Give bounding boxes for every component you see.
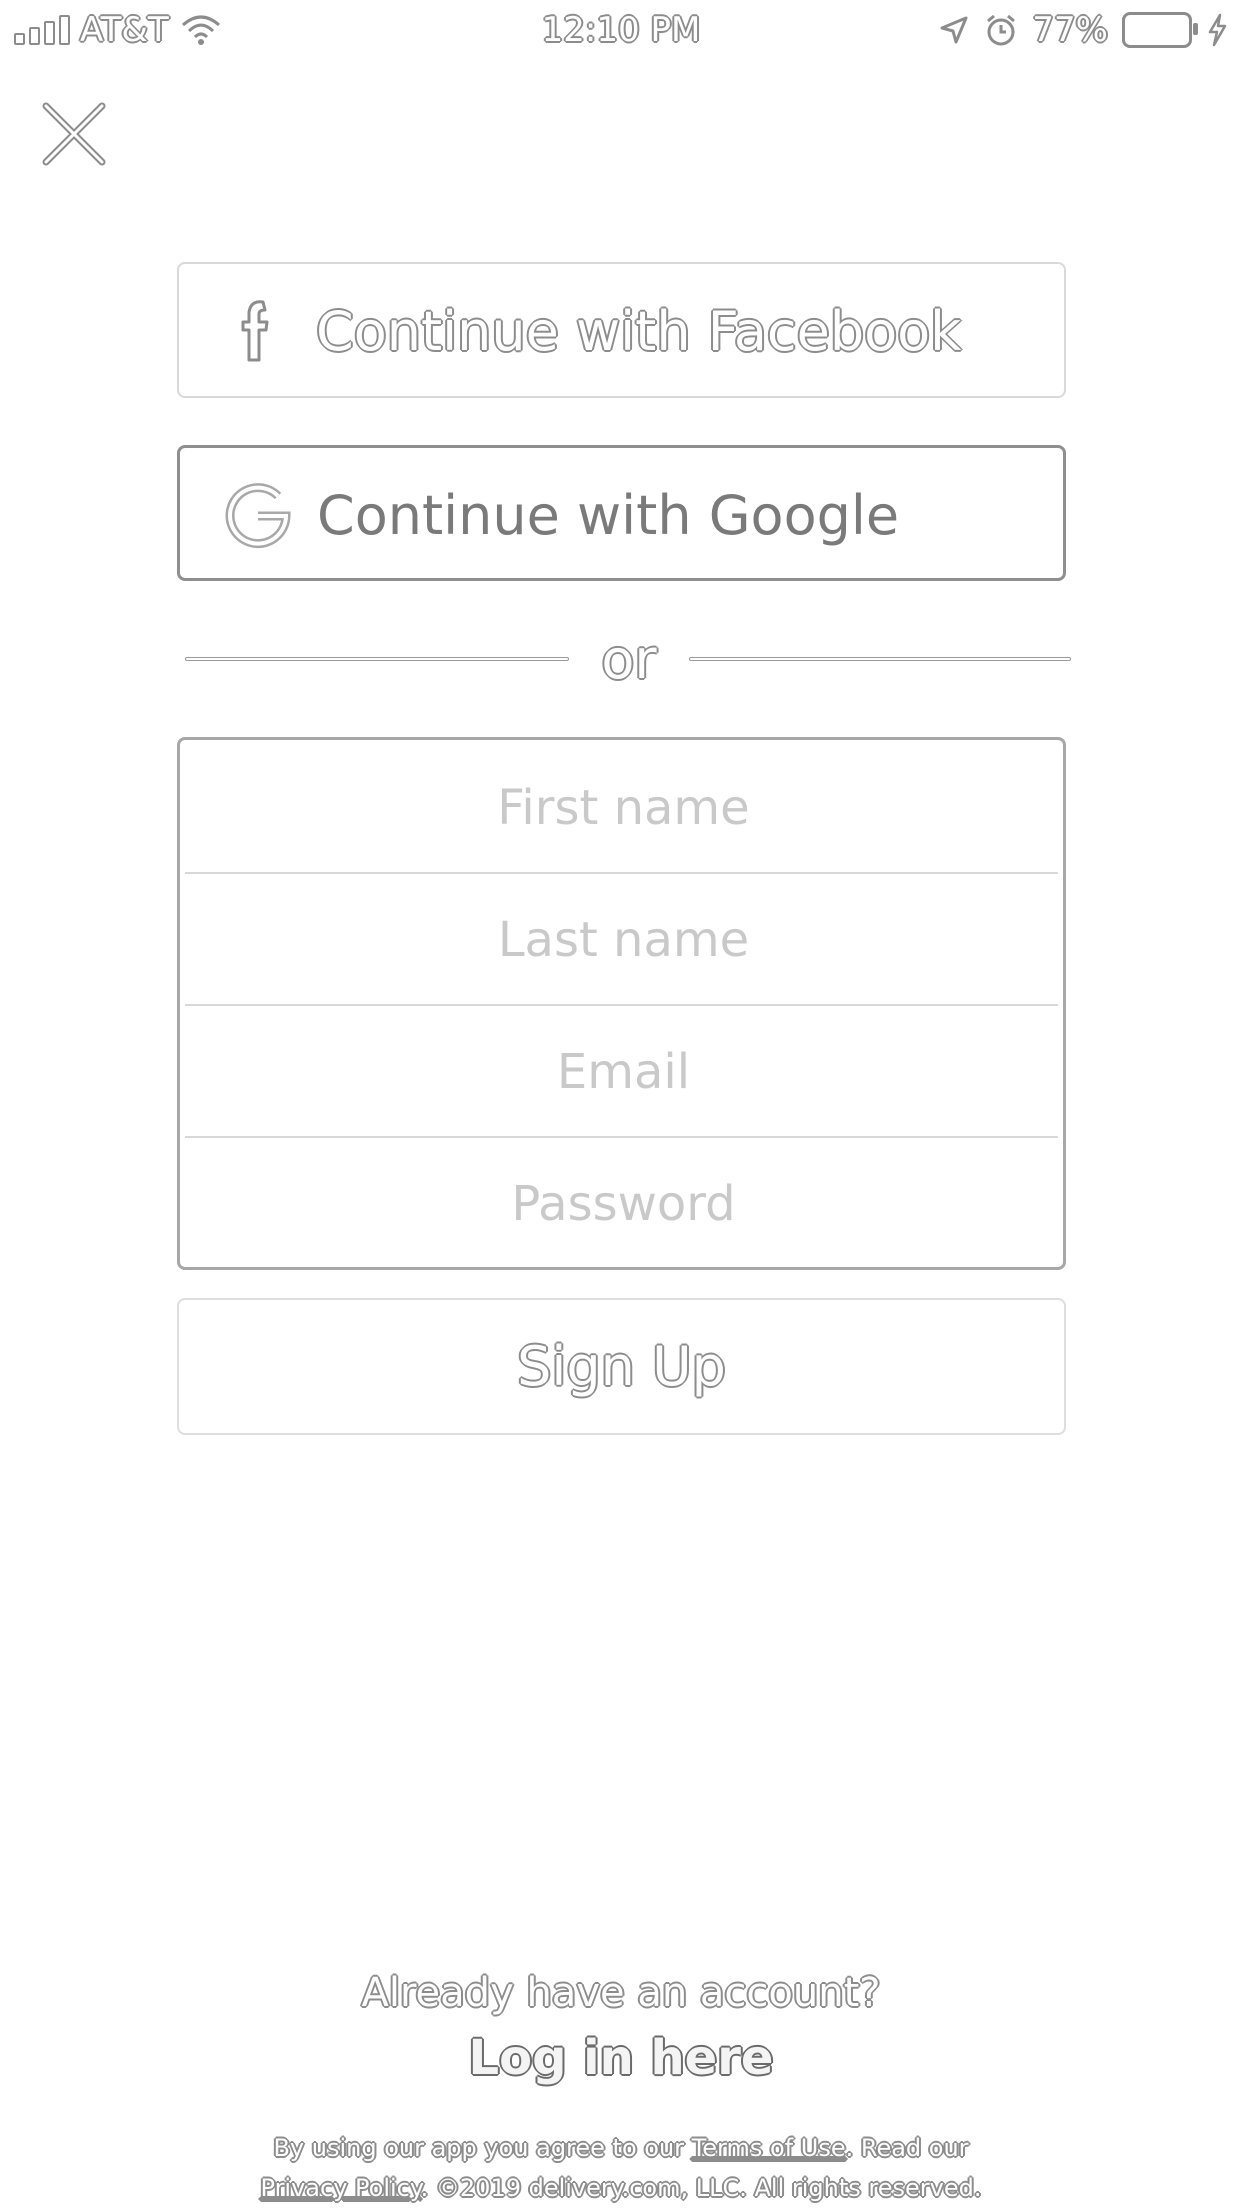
continue-with-facebook-button[interactable]: Continue with Facebook: [177, 262, 1066, 398]
legal-text: By using our app you agree to our Terms …: [0, 2128, 1242, 2208]
legal-suffix: . ©2019 delivery.com, LLC. All rights re…: [420, 2174, 982, 2202]
facebook-icon: [241, 300, 269, 362]
first-name-field[interactable]: [185, 742, 1062, 874]
battery-percentage: 77%: [1032, 10, 1108, 50]
legal-middle: . Read our: [845, 2134, 969, 2162]
already-have-account-text: Already have an account?: [361, 1970, 881, 2016]
location-arrow-icon: [940, 16, 968, 44]
or-divider: or: [185, 630, 1071, 690]
password-field[interactable]: [185, 1138, 1062, 1270]
privacy-policy-link[interactable]: Privacy Policy: [261, 2174, 421, 2202]
close-icon: [42, 102, 106, 166]
email-field[interactable]: [185, 1006, 1062, 1138]
status-right: 77%: [938, 10, 1228, 50]
log-in-here-link[interactable]: Log in here: [469, 2030, 774, 2086]
continue-with-google-button[interactable]: Continue with Google: [177, 445, 1066, 581]
battery-icon: [1122, 12, 1198, 48]
terms-of-use-link[interactable]: Terms of Use: [692, 2134, 846, 2162]
alarm-clock-icon: [987, 14, 1016, 46]
last-name-field[interactable]: [185, 874, 1062, 1006]
legal-prefix: By using our app you agree to our: [273, 2134, 685, 2162]
charging-bolt-icon: [1208, 13, 1227, 47]
google-icon: [225, 483, 291, 549]
divider-text: or: [601, 628, 657, 691]
divider-line-left: [185, 657, 569, 661]
google-button-label: Continue with Google: [317, 484, 900, 547]
login-link-row: Log in here: [0, 2030, 1242, 2086]
sign-up-button[interactable]: Sign Up: [177, 1298, 1066, 1435]
close-button[interactable]: [36, 96, 112, 172]
signup-form: [177, 737, 1066, 1270]
status-bar: AT&T 12:10 PM 77%: [0, 0, 1242, 60]
facebook-button-label: Continue with Facebook: [316, 300, 962, 363]
divider-line-right: [689, 657, 1071, 661]
